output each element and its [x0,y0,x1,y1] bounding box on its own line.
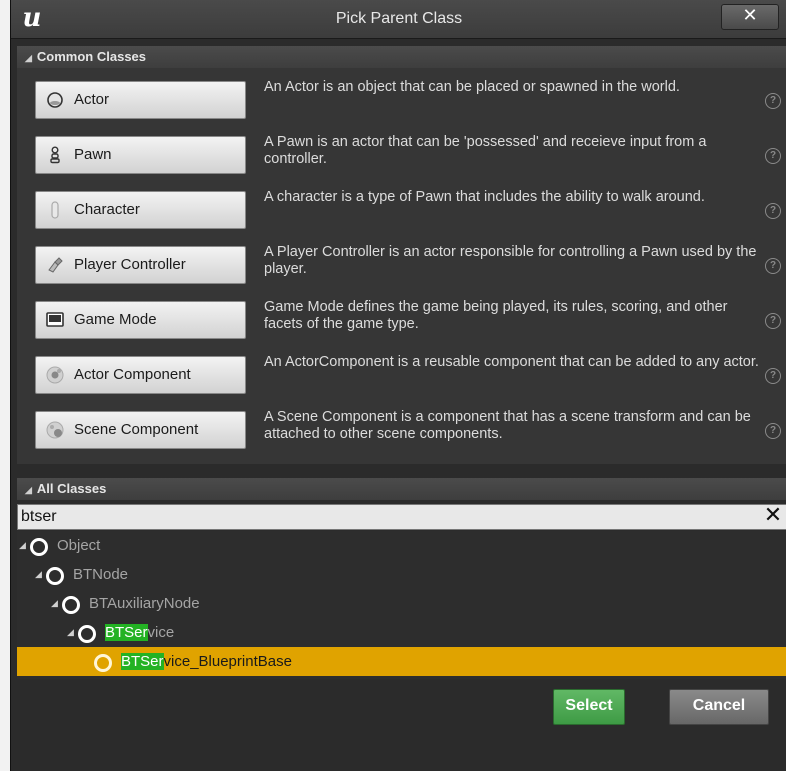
class-tree: ◢ Object ◢ BTNode ◢ BTAuxiliaryNode ◢ BT… [17,531,786,679]
expand-triangle-icon[interactable]: ◢ [51,589,58,618]
actor-component-description: An ActorComponent is a reusable componen… [264,354,759,370]
common-classes-header[interactable]: ◢ Common Classes [17,46,786,68]
all-classes-header[interactable]: ◢ All Classes [17,478,786,500]
dialog-title: Pick Parent Class [335,10,463,27]
class-circle-icon [30,538,48,556]
class-search-bar: ✕ [17,504,786,530]
tree-item-object[interactable]: ◢ Object [17,531,786,560]
tree-item-btservice-blueprintbase[interactable]: BTService_BlueprintBase [17,647,786,676]
class-row-game-mode: Game Mode Game Mode defines the game bei… [17,295,786,345]
class-circle-icon [46,567,64,585]
class-row-player-controller: Player Controller A Player Controller is… [17,240,786,290]
character-capsule-icon [51,201,59,219]
class-row-actor-component: Actor Component An ActorComponent is a r… [17,350,786,400]
help-icon[interactable]: ? [765,368,781,384]
select-button[interactable]: Select [553,689,625,725]
cancel-button[interactable]: Cancel [669,689,769,725]
actor-component-button[interactable]: Actor Component [35,356,246,394]
expand-triangle-icon[interactable]: ◢ [67,618,74,647]
help-icon[interactable]: ? [765,423,781,439]
class-row-scene-component: Scene Component A Scene Component is a c… [17,405,786,455]
search-match-text: BTSer [121,653,164,670]
class-circle-icon [94,654,112,672]
pick-parent-class-dialog: u Pick Parent Class ✕ ◢ Common Classes Ac… [10,0,786,771]
player-controller-icon [48,257,63,273]
help-icon[interactable]: ? [765,203,781,219]
tree-item-btauxiliarynode[interactable]: ◢ BTAuxiliaryNode [17,589,786,618]
player-controller-description: A Player Controller is an actor responsi… [264,244,757,277]
player-controller-button[interactable]: Player Controller [35,246,246,284]
scene-component-description: A Scene Component is a component that ha… [264,409,751,442]
search-match-text: BTSer [105,624,148,641]
class-circle-icon [62,596,80,614]
pawn-description: A Pawn is an actor that can be 'possesse… [264,134,707,167]
game-mode-icon [46,312,64,327]
character-description: A character is a type of Pawn that inclu… [264,189,705,205]
pawn-button[interactable]: Pawn [35,136,246,174]
class-search-input[interactable] [18,505,748,529]
clear-search-button[interactable]: ✕ [762,504,784,528]
game-mode-description: Game Mode defines the game being played,… [264,299,728,332]
expand-triangle-icon[interactable]: ◢ [35,560,42,589]
help-icon[interactable]: ? [765,258,781,274]
tree-item-btnode[interactable]: ◢ BTNode [17,560,786,589]
character-button[interactable]: Character [35,191,246,229]
class-row-pawn: Pawn A Pawn is an actor that can be 'pos… [17,130,786,180]
common-classes-panel: Actor An Actor is an object that can be … [17,68,786,464]
collapse-triangle-icon: ◢ [25,485,32,495]
game-mode-button[interactable]: Game Mode [35,301,246,339]
close-button[interactable]: ✕ [721,4,779,30]
class-row-actor: Actor An Actor is an object that can be … [17,75,786,125]
expand-triangle-icon[interactable]: ◢ [19,531,26,560]
scene-component-icon [46,421,64,439]
actor-button[interactable]: Actor [35,81,246,119]
class-circle-icon [78,625,96,643]
actor-sphere-icon [47,92,63,108]
tree-item-btservice[interactable]: ◢ BTService [17,618,786,647]
help-icon[interactable]: ? [765,313,781,329]
class-row-character: Character A character is a type of Pawn … [17,185,786,235]
scene-component-button[interactable]: Scene Component [35,411,246,449]
actor-description: An Actor is an object that can be placed… [264,79,680,95]
pawn-figure-icon [50,146,60,164]
actor-component-icon [46,366,64,384]
help-icon[interactable]: ? [765,93,781,109]
help-icon[interactable]: ? [765,148,781,164]
collapse-triangle-icon: ◢ [25,53,32,63]
title-bar[interactable]: u Pick Parent Class ✕ [11,0,786,39]
